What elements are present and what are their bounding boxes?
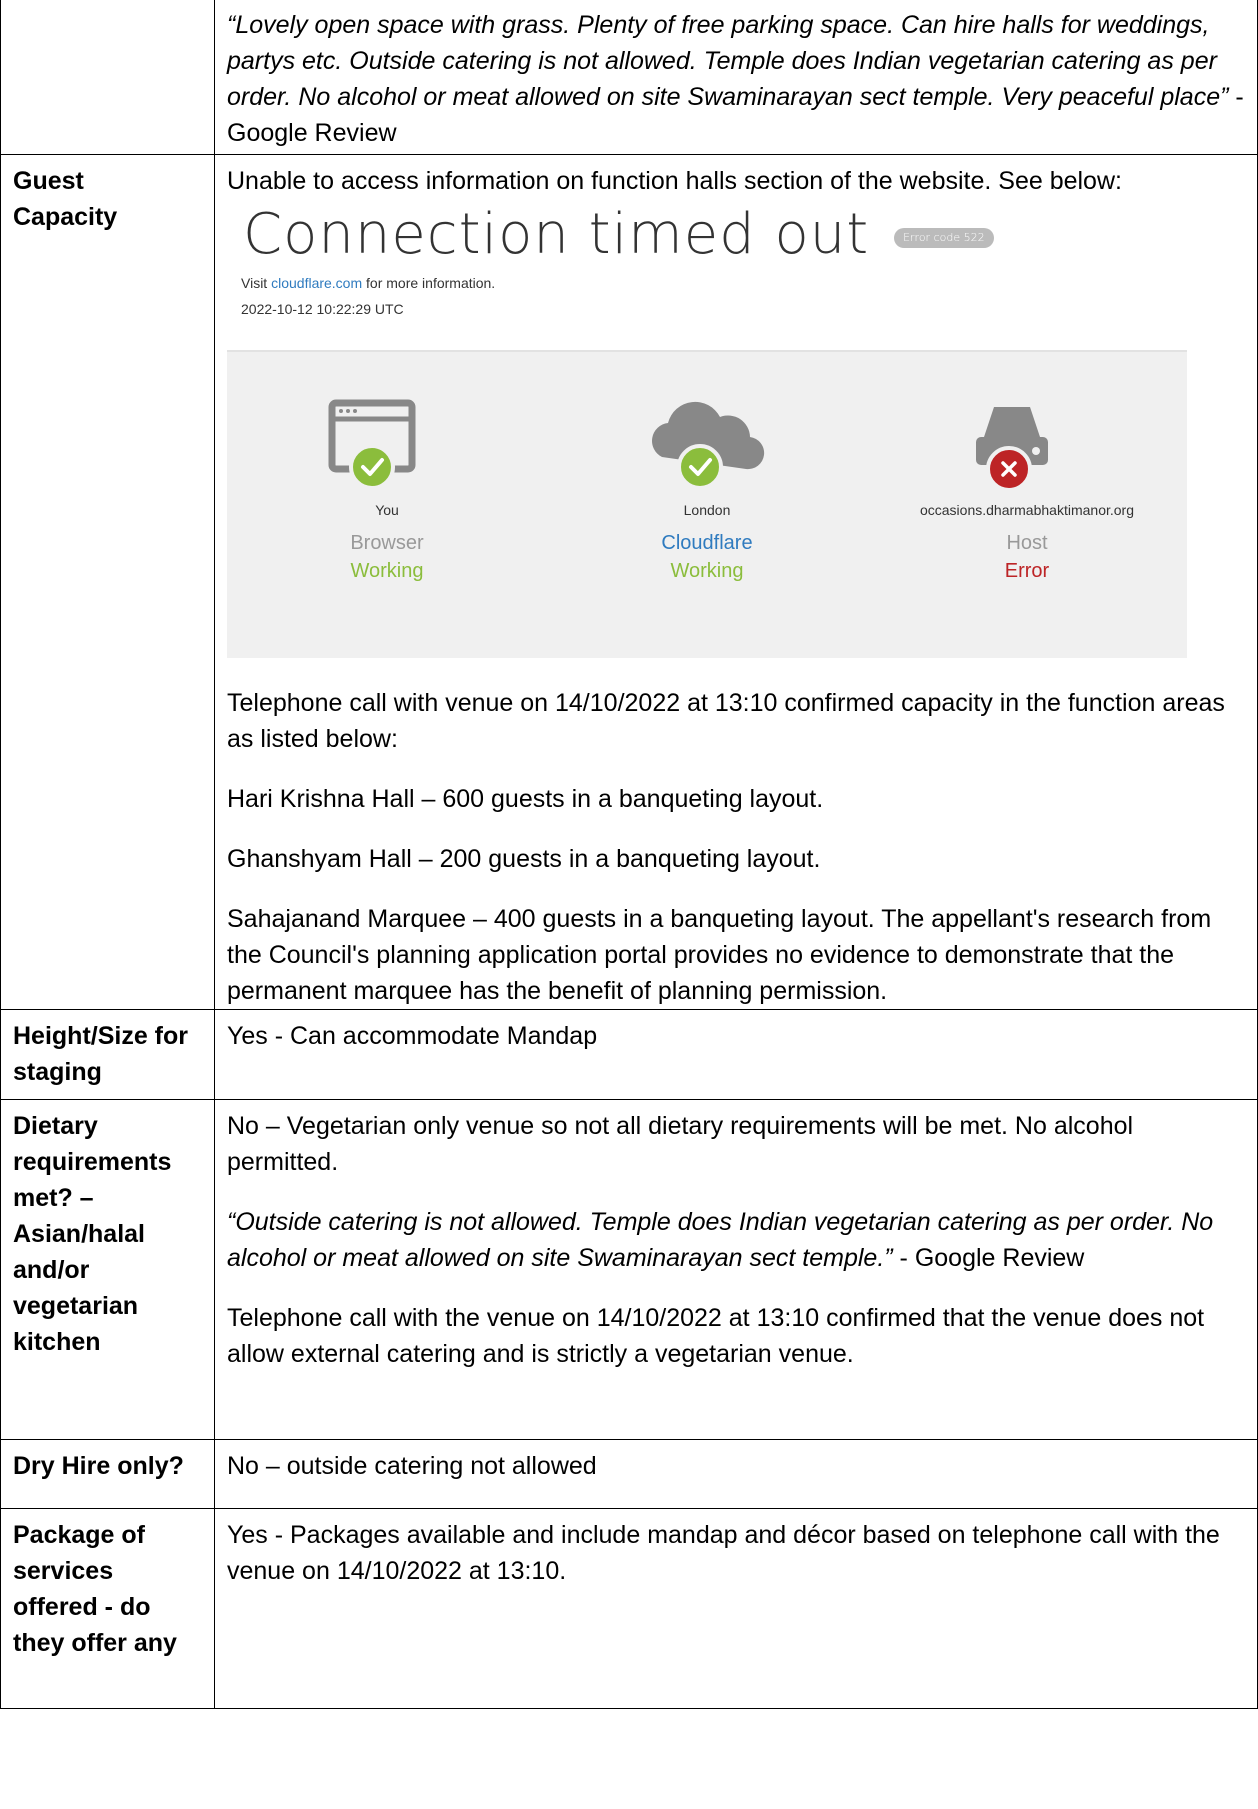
row-content: Yes - Packages available and include man… — [214, 1508, 1258, 1709]
hall-capacity: Hari Krishna Hall – 600 guests in a banq… — [227, 785, 824, 813]
review-quote: “Lovely open space with grass. Plenty of… — [227, 11, 1229, 111]
google-review: “Outside catering is not allowed. Temple… — [227, 1204, 1245, 1276]
error-visit-line: Visit cloudflare.com for more informatio… — [241, 275, 496, 291]
node-status: Working — [670, 560, 744, 582]
row-content: “Lovely open space with grass. Plenty of… — [214, 0, 1258, 155]
error-diagnostic-panel: You Browser Working London Cloudflare Wo… — [227, 350, 1187, 658]
label-line: Capacity — [13, 203, 118, 231]
cloudflare-link[interactable]: cloudflare.com — [271, 275, 362, 291]
error-code-badge: Error code 522 — [894, 227, 994, 248]
node-location: You — [375, 502, 399, 518]
row-content: No – outside catering not allowed — [214, 1439, 1258, 1509]
access-note: Unable to access information on function… — [227, 167, 1122, 195]
error-title: Connection timed out Error code 522 — [227, 205, 1187, 265]
check-icon — [349, 444, 395, 490]
node-kind: Cloudflare — [661, 532, 753, 554]
table-row: Dry Hire only? No – outside catering not… — [0, 1439, 1258, 1509]
google-review: “Lovely open space with grass. Plenty of… — [227, 7, 1245, 151]
table-row: Dietary requirements met? – Asian/halal … — [0, 1099, 1258, 1440]
error-timestamp: 2022-10-12 10:22:29 UTC — [241, 301, 404, 317]
row-label-dry-hire: Dry Hire only? — [0, 1439, 215, 1509]
table-row: Height/Size for staging Yes - Can accomm… — [0, 1009, 1258, 1100]
dietary-note: No – Vegetarian only venue so not all di… — [227, 1112, 1134, 1176]
venue-assessment-table: “Lovely open space with grass. Plenty of… — [0, 0, 1258, 1709]
row-label — [0, 0, 215, 155]
table-row: Package of services offered - do they of… — [0, 1508, 1258, 1709]
browser-icon — [328, 399, 416, 490]
call-note: Telephone call with the venue on 14/10/2… — [227, 1304, 1205, 1368]
node-location: London — [683, 502, 731, 518]
error-screenshot: Connection timed out Error code 522 Visi… — [227, 205, 1187, 665]
node-status: Working — [350, 560, 424, 582]
call-note: Telephone call with venue on 14/10/2022 … — [227, 689, 1225, 753]
row-label-dietary: Dietary requirements met? – Asian/halal … — [0, 1099, 215, 1440]
label-line: Guest — [13, 167, 84, 195]
row-content: No – Vegetarian only venue so not all di… — [214, 1099, 1258, 1440]
node-status: Error — [1004, 560, 1050, 582]
hall-capacity: Ghanshyam Hall – 200 guests in a banquet… — [227, 845, 821, 873]
check-icon — [677, 444, 723, 490]
node-kind: Browser — [350, 532, 424, 554]
table-row: Guest Capacity Unable to access informat… — [0, 154, 1258, 1010]
node-kind: Host — [1006, 532, 1048, 554]
table-row: “Lovely open space with grass. Plenty of… — [0, 0, 1258, 155]
row-label-guest-capacity: Guest Capacity — [0, 154, 215, 1010]
review-source: - Google Review — [892, 1244, 1085, 1272]
server-icon — [976, 407, 1048, 492]
cloud-icon — [652, 401, 765, 490]
node-host: occasions.dharmabhaktimanor.org Host Err… — [867, 352, 1187, 658]
row-content: Yes - Can accommodate Mandap — [214, 1009, 1258, 1100]
node-browser: You Browser Working — [227, 352, 547, 658]
row-label-package: Package of services offered - do they of… — [0, 1508, 215, 1709]
row-label-height-size: Height/Size for staging — [0, 1009, 215, 1100]
row-content: Unable to access information on function… — [214, 154, 1258, 1010]
hall-capacity: Sahajanand Marquee – 400 guests in a ban… — [227, 905, 1212, 1005]
node-location: occasions.dharmabhaktimanor.org — [919, 502, 1134, 518]
node-cloudflare: London Cloudflare Working — [547, 352, 867, 658]
error-title-text: Connection timed out — [243, 202, 870, 267]
